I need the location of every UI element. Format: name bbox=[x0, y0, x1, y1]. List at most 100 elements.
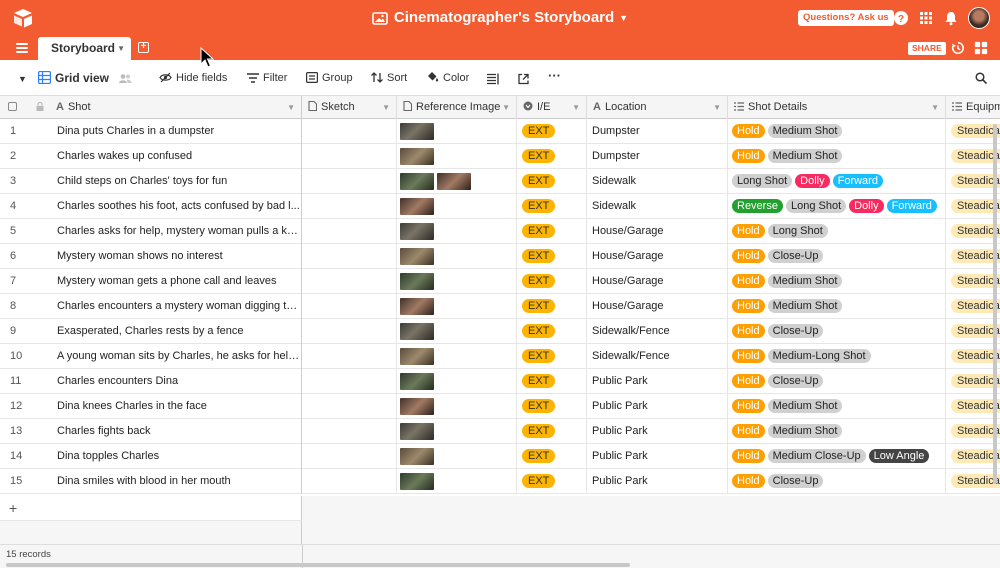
sketch-cell[interactable] bbox=[302, 419, 397, 444]
column-header-equipment[interactable]: Equipm bbox=[946, 96, 1000, 119]
airtable-logo-icon[interactable] bbox=[12, 8, 34, 28]
shot-cell[interactable]: Charles soothes his foot, acts confused … bbox=[50, 194, 302, 219]
equipment-cell[interactable]: Steadicam bbox=[946, 444, 1000, 469]
table-row[interactable]: 9 Exasperated, Charles rests by a fence EX… bbox=[0, 319, 1000, 344]
add-record-button[interactable]: + bbox=[0, 496, 302, 521]
shot-cell[interactable]: Charles wakes up confused bbox=[50, 144, 302, 169]
shot-details-cell[interactable]: Long Shot Dolly Forward bbox=[728, 169, 946, 194]
shot-cell[interactable]: Dina puts Charles in a dumpster bbox=[50, 119, 302, 144]
equipment-cell[interactable]: Steadicam bbox=[946, 219, 1000, 244]
equipment-cell[interactable]: Steadicam bbox=[946, 344, 1000, 369]
tab-storyboard[interactable]: Storyboard ▼ bbox=[38, 37, 131, 60]
chevron-down-icon[interactable]: ▼ bbox=[287, 96, 295, 119]
vertical-scrollbar[interactable] bbox=[993, 124, 997, 484]
ie-cell[interactable]: EXT bbox=[517, 119, 587, 144]
reference-thumbnail[interactable] bbox=[400, 272, 434, 290]
chevron-down-icon[interactable]: ▼ bbox=[931, 96, 939, 119]
shot-details-cell[interactable]: Hold Close-Up bbox=[728, 319, 946, 344]
reference-image-cell[interactable] bbox=[397, 444, 517, 469]
table-row[interactable]: 10 A young woman sits by Charles, he asks… bbox=[0, 344, 1000, 369]
sketch-cell[interactable] bbox=[302, 194, 397, 219]
table-row[interactable]: 11 Charles encounters Dina EXT Public Park H… bbox=[0, 369, 1000, 394]
reference-image-cell[interactable] bbox=[397, 344, 517, 369]
ie-cell[interactable]: EXT bbox=[517, 319, 587, 344]
table-row[interactable]: 15 Dina smiles with blood in her mouth EXT… bbox=[0, 469, 1000, 494]
ie-cell[interactable]: EXT bbox=[517, 169, 587, 194]
reference-image-cell[interactable] bbox=[397, 419, 517, 444]
ie-cell[interactable]: EXT bbox=[517, 144, 587, 169]
base-title[interactable]: Cinematographer's Storyboard ▼ bbox=[372, 8, 628, 28]
table-row[interactable]: 14 Dina topples Charles EXT Public Park Hold… bbox=[0, 444, 1000, 469]
shot-details-cell[interactable]: Hold Medium Shot bbox=[728, 144, 946, 169]
chevron-down-icon[interactable]: ▼ bbox=[117, 37, 125, 60]
location-cell[interactable]: Public Park bbox=[587, 369, 728, 394]
shot-details-cell[interactable]: Hold Medium Shot bbox=[728, 119, 946, 144]
location-cell[interactable]: House/Garage bbox=[587, 294, 728, 319]
shot-details-cell[interactable]: Hold Medium Shot bbox=[728, 269, 946, 294]
blocks-icon[interactable] bbox=[974, 41, 988, 55]
location-cell[interactable]: Sidewalk/Fence bbox=[587, 319, 728, 344]
reference-image-cell[interactable] bbox=[397, 469, 517, 494]
shot-cell[interactable]: Charles fights back bbox=[50, 419, 302, 444]
reference-thumbnail[interactable] bbox=[400, 447, 434, 465]
reference-thumbnail[interactable] bbox=[400, 372, 434, 390]
reference-thumbnail[interactable] bbox=[400, 422, 434, 440]
shot-cell[interactable]: Dina topples Charles bbox=[50, 444, 302, 469]
equipment-cell[interactable]: Steadicam bbox=[946, 294, 1000, 319]
share-button[interactable]: SHARE bbox=[908, 42, 946, 55]
shot-details-cell[interactable]: Hold Medium Shot bbox=[728, 294, 946, 319]
reference-thumbnail[interactable] bbox=[400, 347, 434, 365]
ie-cell[interactable]: EXT bbox=[517, 444, 587, 469]
apps-grid-icon[interactable] bbox=[918, 10, 934, 26]
shot-details-cell[interactable]: Hold Medium-Long Shot bbox=[728, 344, 946, 369]
shot-cell[interactable]: Exasperated, Charles rests by a fence bbox=[50, 319, 302, 344]
equipment-cell[interactable]: Steadicam bbox=[946, 244, 1000, 269]
sort-button[interactable]: Sort bbox=[371, 71, 407, 85]
shot-cell[interactable]: Dina knees Charles in the face bbox=[50, 394, 302, 419]
reference-image-cell[interactable] bbox=[397, 269, 517, 294]
shot-cell[interactable]: Mystery woman gets a phone call and leav… bbox=[50, 269, 302, 294]
equipment-cell[interactable]: Steadicam bbox=[946, 419, 1000, 444]
shot-details-cell[interactable]: Hold Medium Shot bbox=[728, 419, 946, 444]
table-row[interactable]: 3 Child steps on Charles' toys for fun EXT… bbox=[0, 169, 1000, 194]
table-row[interactable]: 13 Charles fights back EXT Public Park Hold M… bbox=[0, 419, 1000, 444]
reference-thumbnail[interactable] bbox=[400, 147, 434, 165]
filter-button[interactable]: Filter bbox=[247, 71, 287, 85]
shot-cell[interactable]: Dina smiles with blood in her mouth bbox=[50, 469, 302, 494]
location-cell[interactable]: Public Park bbox=[587, 394, 728, 419]
row-height-icon[interactable] bbox=[487, 72, 499, 86]
location-cell[interactable]: Public Park bbox=[587, 444, 728, 469]
sketch-cell[interactable] bbox=[302, 294, 397, 319]
chevron-down-icon[interactable]: ▼ bbox=[713, 96, 721, 119]
reference-image-cell[interactable] bbox=[397, 144, 517, 169]
reference-image-cell[interactable] bbox=[397, 169, 517, 194]
location-cell[interactable]: Sidewalk bbox=[587, 194, 728, 219]
chevron-down-icon[interactable]: ▼ bbox=[502, 96, 510, 119]
shot-details-cell[interactable]: Hold Medium Shot bbox=[728, 394, 946, 419]
reference-thumbnail[interactable] bbox=[400, 172, 434, 190]
search-icon[interactable] bbox=[975, 71, 987, 85]
equipment-cell[interactable]: Steadicam bbox=[946, 269, 1000, 294]
reference-image-cell[interactable] bbox=[397, 119, 517, 144]
equipment-cell[interactable]: Steadicam bbox=[946, 319, 1000, 344]
reference-image-cell[interactable] bbox=[397, 294, 517, 319]
reference-image-cell[interactable] bbox=[397, 319, 517, 344]
menu-icon[interactable] bbox=[16, 43, 28, 53]
shot-cell[interactable]: A young woman sits by Charles, he asks f… bbox=[50, 344, 302, 369]
column-header-sketch[interactable]: Sketch ▼ bbox=[302, 96, 397, 119]
sketch-cell[interactable] bbox=[302, 169, 397, 194]
table-row[interactable]: 8 Charles encounters a mystery woman digg… bbox=[0, 294, 1000, 319]
shot-cell[interactable]: Child steps on Charles' toys for fun bbox=[50, 169, 302, 194]
equipment-cell[interactable]: Steadicam bbox=[946, 119, 1000, 144]
column-header-reference[interactable]: Reference Image ▼ bbox=[397, 96, 517, 119]
shot-details-cell[interactable]: Hold Close-Up bbox=[728, 369, 946, 394]
ie-cell[interactable]: EXT bbox=[517, 294, 587, 319]
horizontal-scrollbar[interactable] bbox=[6, 563, 630, 567]
ie-cell[interactable]: EXT bbox=[517, 419, 587, 444]
equipment-cell[interactable]: Steadicam bbox=[946, 469, 1000, 494]
add-table-button[interactable]: + bbox=[138, 42, 149, 53]
table-row[interactable]: 7 Mystery woman gets a phone call and lea… bbox=[0, 269, 1000, 294]
chevron-down-icon[interactable]: ▼ bbox=[572, 96, 580, 119]
user-avatar[interactable] bbox=[968, 7, 990, 29]
reference-thumbnail[interactable] bbox=[400, 197, 434, 215]
